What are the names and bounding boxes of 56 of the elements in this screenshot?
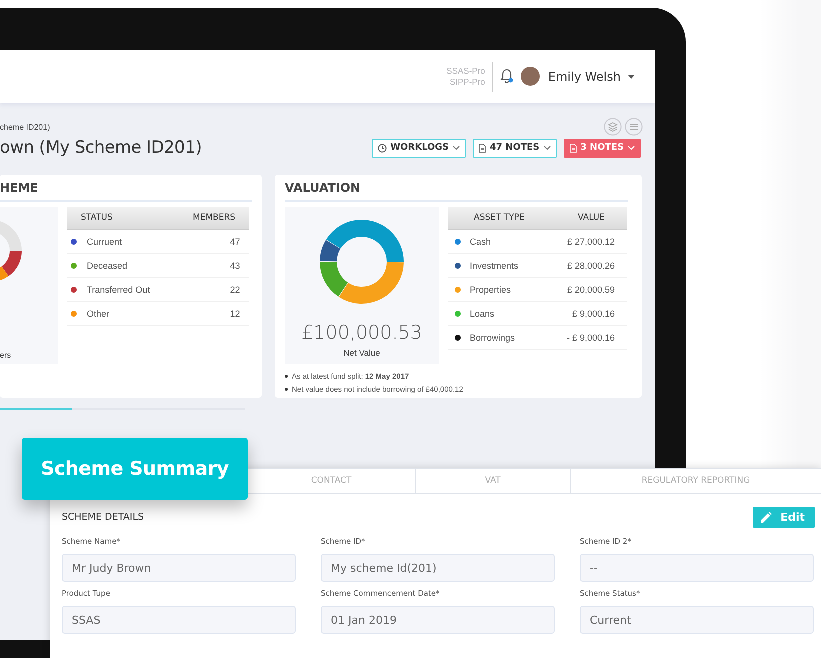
column-header: ASSET TYPE bbox=[448, 207, 550, 230]
status-label: Other bbox=[87, 308, 110, 318]
asset-value: £ 27,000.12 bbox=[567, 236, 615, 246]
notes-button[interactable]: 47 NOTES bbox=[473, 138, 557, 158]
product-label: SSAS-Pro bbox=[446, 66, 486, 76]
member-count: 22 bbox=[230, 284, 240, 294]
net-value-label: Net Value bbox=[344, 348, 380, 358]
input-field[interactable]: -- bbox=[580, 554, 814, 582]
member-count: 47 bbox=[230, 236, 240, 246]
document-icon bbox=[479, 144, 486, 152]
asset-value: - £ 9,000.16 bbox=[566, 332, 615, 342]
input-field[interactable]: My scheme Id(201) bbox=[321, 554, 555, 582]
breadcrumb[interactable]: cheme ID201) bbox=[0, 122, 50, 132]
caret-icon bbox=[628, 146, 635, 150]
asset-label: Cash bbox=[470, 236, 492, 246]
asset-value: £ 28,000.26 bbox=[567, 260, 615, 270]
asset-label: Investments bbox=[470, 260, 519, 270]
chart-caption: ers bbox=[0, 351, 12, 360]
pencil-icon bbox=[760, 512, 772, 523]
net-value: £100,000.53 bbox=[302, 322, 422, 344]
notes-button[interactable]: 3 NOTES bbox=[564, 138, 641, 158]
asset-value: £ 20,000.59 bbox=[567, 284, 615, 294]
status-label: Deceased bbox=[87, 260, 128, 270]
asset-label: Loans bbox=[470, 308, 495, 318]
status-label: Curruent bbox=[87, 236, 122, 246]
asset-value: £ 9,000.16 bbox=[572, 308, 615, 318]
column-header: STATUS bbox=[80, 207, 192, 230]
donut-chart-drawing bbox=[0, 219, 23, 283]
column-header: VALUE bbox=[550, 207, 627, 230]
asset-label: Borrowings bbox=[470, 332, 516, 342]
section-badge: Scheme Summary bbox=[22, 438, 248, 500]
page-title: own (My Scheme ID201) bbox=[0, 138, 202, 158]
clock-icon bbox=[378, 144, 387, 152]
input-field[interactable]: 01 Jan 2019 bbox=[321, 606, 555, 634]
status-label: Transferred Out bbox=[87, 284, 150, 294]
user-name[interactable]: Emily Welsh bbox=[548, 70, 621, 84]
caret-icon bbox=[544, 146, 551, 150]
product-label: SIPP-Pro bbox=[450, 76, 486, 88]
card-title: VALUATION bbox=[285, 181, 628, 202]
section-title: SCHEME DETAILS bbox=[62, 512, 144, 523]
bullet-icon bbox=[285, 388, 288, 391]
caret-icon[interactable] bbox=[628, 74, 635, 78]
member-count: 12 bbox=[230, 308, 240, 318]
input-field[interactable]: Current bbox=[580, 606, 814, 634]
input-field[interactable]: SSAS bbox=[62, 606, 296, 634]
asset-label: Properties bbox=[470, 284, 512, 294]
member-count: 43 bbox=[230, 260, 240, 270]
user-avatar[interactable] bbox=[521, 67, 540, 86]
caret-icon bbox=[453, 146, 460, 150]
worklogs-button[interactable]: WORKLOGS bbox=[372, 138, 466, 158]
notification-bell-icon[interactable] bbox=[499, 68, 516, 85]
bullet-icon bbox=[285, 375, 288, 378]
card-title: HEME bbox=[0, 181, 252, 202]
column-header: MEMBERS bbox=[192, 207, 249, 230]
document-icon bbox=[570, 144, 577, 152]
input-field[interactable]: Mr Judy Brown bbox=[62, 554, 296, 582]
